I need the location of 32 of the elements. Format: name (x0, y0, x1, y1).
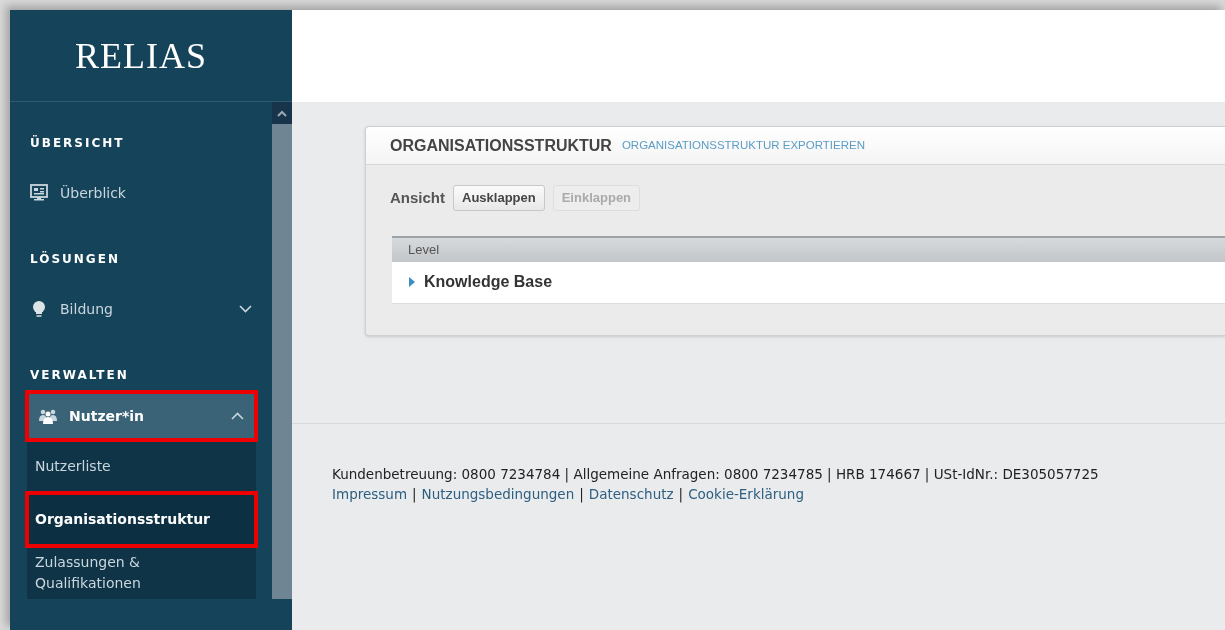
section-heading: ÜBERSICHT (29, 134, 126, 152)
panel-title: ORGANISATIONSSTRUKTUR (390, 135, 612, 156)
tree-node-label[interactable]: Knowledge Base (424, 270, 553, 294)
nav-item[interactable]: Überblick (10, 168, 272, 218)
monitor-icon (30, 184, 48, 202)
submenu-item[interactable]: Zulassungen & Qualifikationen (27, 546, 256, 599)
submenu-item[interactable]: Nutzerliste (27, 440, 256, 493)
chevron-up-icon (231, 412, 244, 420)
caret-right-icon[interactable] (408, 277, 416, 287)
chevron-down-icon (239, 305, 252, 313)
lightbulb-icon (30, 300, 48, 318)
separator: | (412, 486, 417, 503)
scroll-up-button[interactable] (272, 102, 292, 124)
nav-item[interactable]: Nutzer*in (27, 392, 256, 440)
separator: | (579, 486, 584, 503)
section-heading: VERWALTEN (29, 367, 130, 384)
footer-link[interactable]: Datenschutz (588, 486, 674, 503)
scrollbar-thumb[interactable] (272, 124, 292, 599)
separator: | (678, 486, 684, 503)
footer-info: Kundenbetreuung: 0800 7234784 | Allgemeine Anfragen: 0800 7234785 | HRB 174667 | USt-IdNr.: DE305057725 (332, 465, 1100, 485)
chevron-up-icon (277, 109, 287, 117)
view-label: Ansicht (390, 187, 445, 208)
expand-button[interactable]: Ausklappen (453, 185, 545, 211)
submenu-item[interactable]: Organisationsstruktur (27, 493, 256, 546)
section-heading: LÖSUNGEN (29, 250, 121, 268)
footer-link[interactable]: Cookie-Erklärung (688, 486, 804, 503)
people-icon (39, 407, 57, 425)
nav-item[interactable]: Bildung (10, 284, 272, 334)
footer-link[interactable]: Impressum (332, 486, 408, 503)
logo: RELIAS (75, 34, 207, 78)
footer-link[interactable]: Nutzungsbedingungen (421, 486, 575, 503)
column-header: Level (408, 240, 440, 259)
